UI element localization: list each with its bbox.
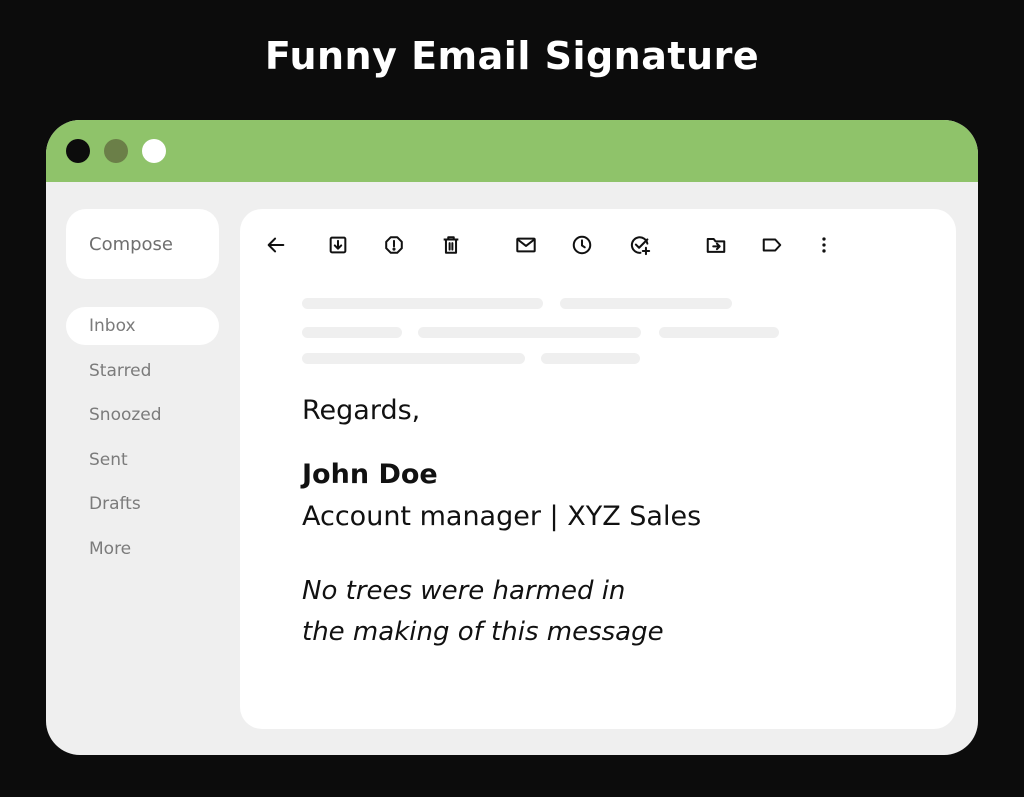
message-toolbar	[240, 231, 956, 259]
window-titlebar	[46, 120, 978, 182]
placeholder-line	[659, 327, 779, 338]
label-button[interactable]	[758, 231, 786, 259]
label-icon	[762, 238, 782, 252]
mark-unread-icon	[516, 237, 536, 253]
minimize-window-dot[interactable]	[104, 139, 128, 163]
message-panel: Regards, John Doe Account manager | XYZ …	[240, 209, 956, 729]
email-client-window: Compose Inbox Starred Snoozed Sent Draft…	[46, 120, 978, 755]
archive-button[interactable]	[324, 231, 352, 259]
sidebar-item-snoozed[interactable]: Snoozed	[66, 396, 219, 434]
archive-icon	[329, 236, 347, 254]
snooze-button[interactable]	[568, 231, 596, 259]
placeholder-line	[418, 327, 641, 338]
more-options-button[interactable]	[810, 231, 838, 259]
placeholder-line	[560, 298, 732, 309]
sidebar-item-drafts[interactable]: Drafts	[66, 485, 219, 523]
sidebar-item-more[interactable]: More	[66, 530, 219, 568]
sidebar-item-sent[interactable]: Sent	[66, 441, 219, 479]
compose-button[interactable]: Compose	[66, 209, 219, 279]
sender-name: John Doe	[302, 459, 438, 490]
delete-icon	[443, 236, 459, 254]
close-window-dot[interactable]	[66, 139, 90, 163]
closing-text: Regards,	[302, 395, 421, 426]
page-title: Funny Email Signature	[264, 34, 760, 78]
signature-quote-line-2: the making of this message	[302, 617, 664, 647]
sidebar-item-inbox[interactable]: Inbox	[66, 307, 219, 345]
back-arrow-icon	[267, 237, 285, 253]
snooze-icon	[572, 235, 592, 255]
report-spam-button[interactable]	[380, 231, 408, 259]
sender-role: Account manager | XYZ Sales	[302, 501, 702, 532]
signature-quote-line-1: No trees were harmed in	[302, 576, 626, 606]
placeholder-line	[302, 353, 525, 364]
maximize-window-dot[interactable]	[142, 139, 166, 163]
mark-unread-button[interactable]	[512, 231, 540, 259]
placeholder-line	[302, 298, 543, 309]
placeholder-line	[302, 327, 402, 338]
placeholder-line	[541, 353, 640, 364]
sidebar-nav: Inbox Starred Snoozed Sent Drafts More	[66, 307, 219, 574]
delete-button[interactable]	[437, 231, 465, 259]
more-options-icon	[822, 237, 826, 253]
sidebar-item-starred[interactable]: Starred	[66, 352, 219, 390]
report-spam-icon	[385, 236, 403, 254]
move-to-icon	[706, 238, 726, 253]
add-task-icon	[630, 236, 651, 256]
back-button[interactable]	[262, 231, 290, 259]
move-to-button[interactable]	[702, 231, 730, 259]
add-task-button[interactable]	[626, 231, 654, 259]
